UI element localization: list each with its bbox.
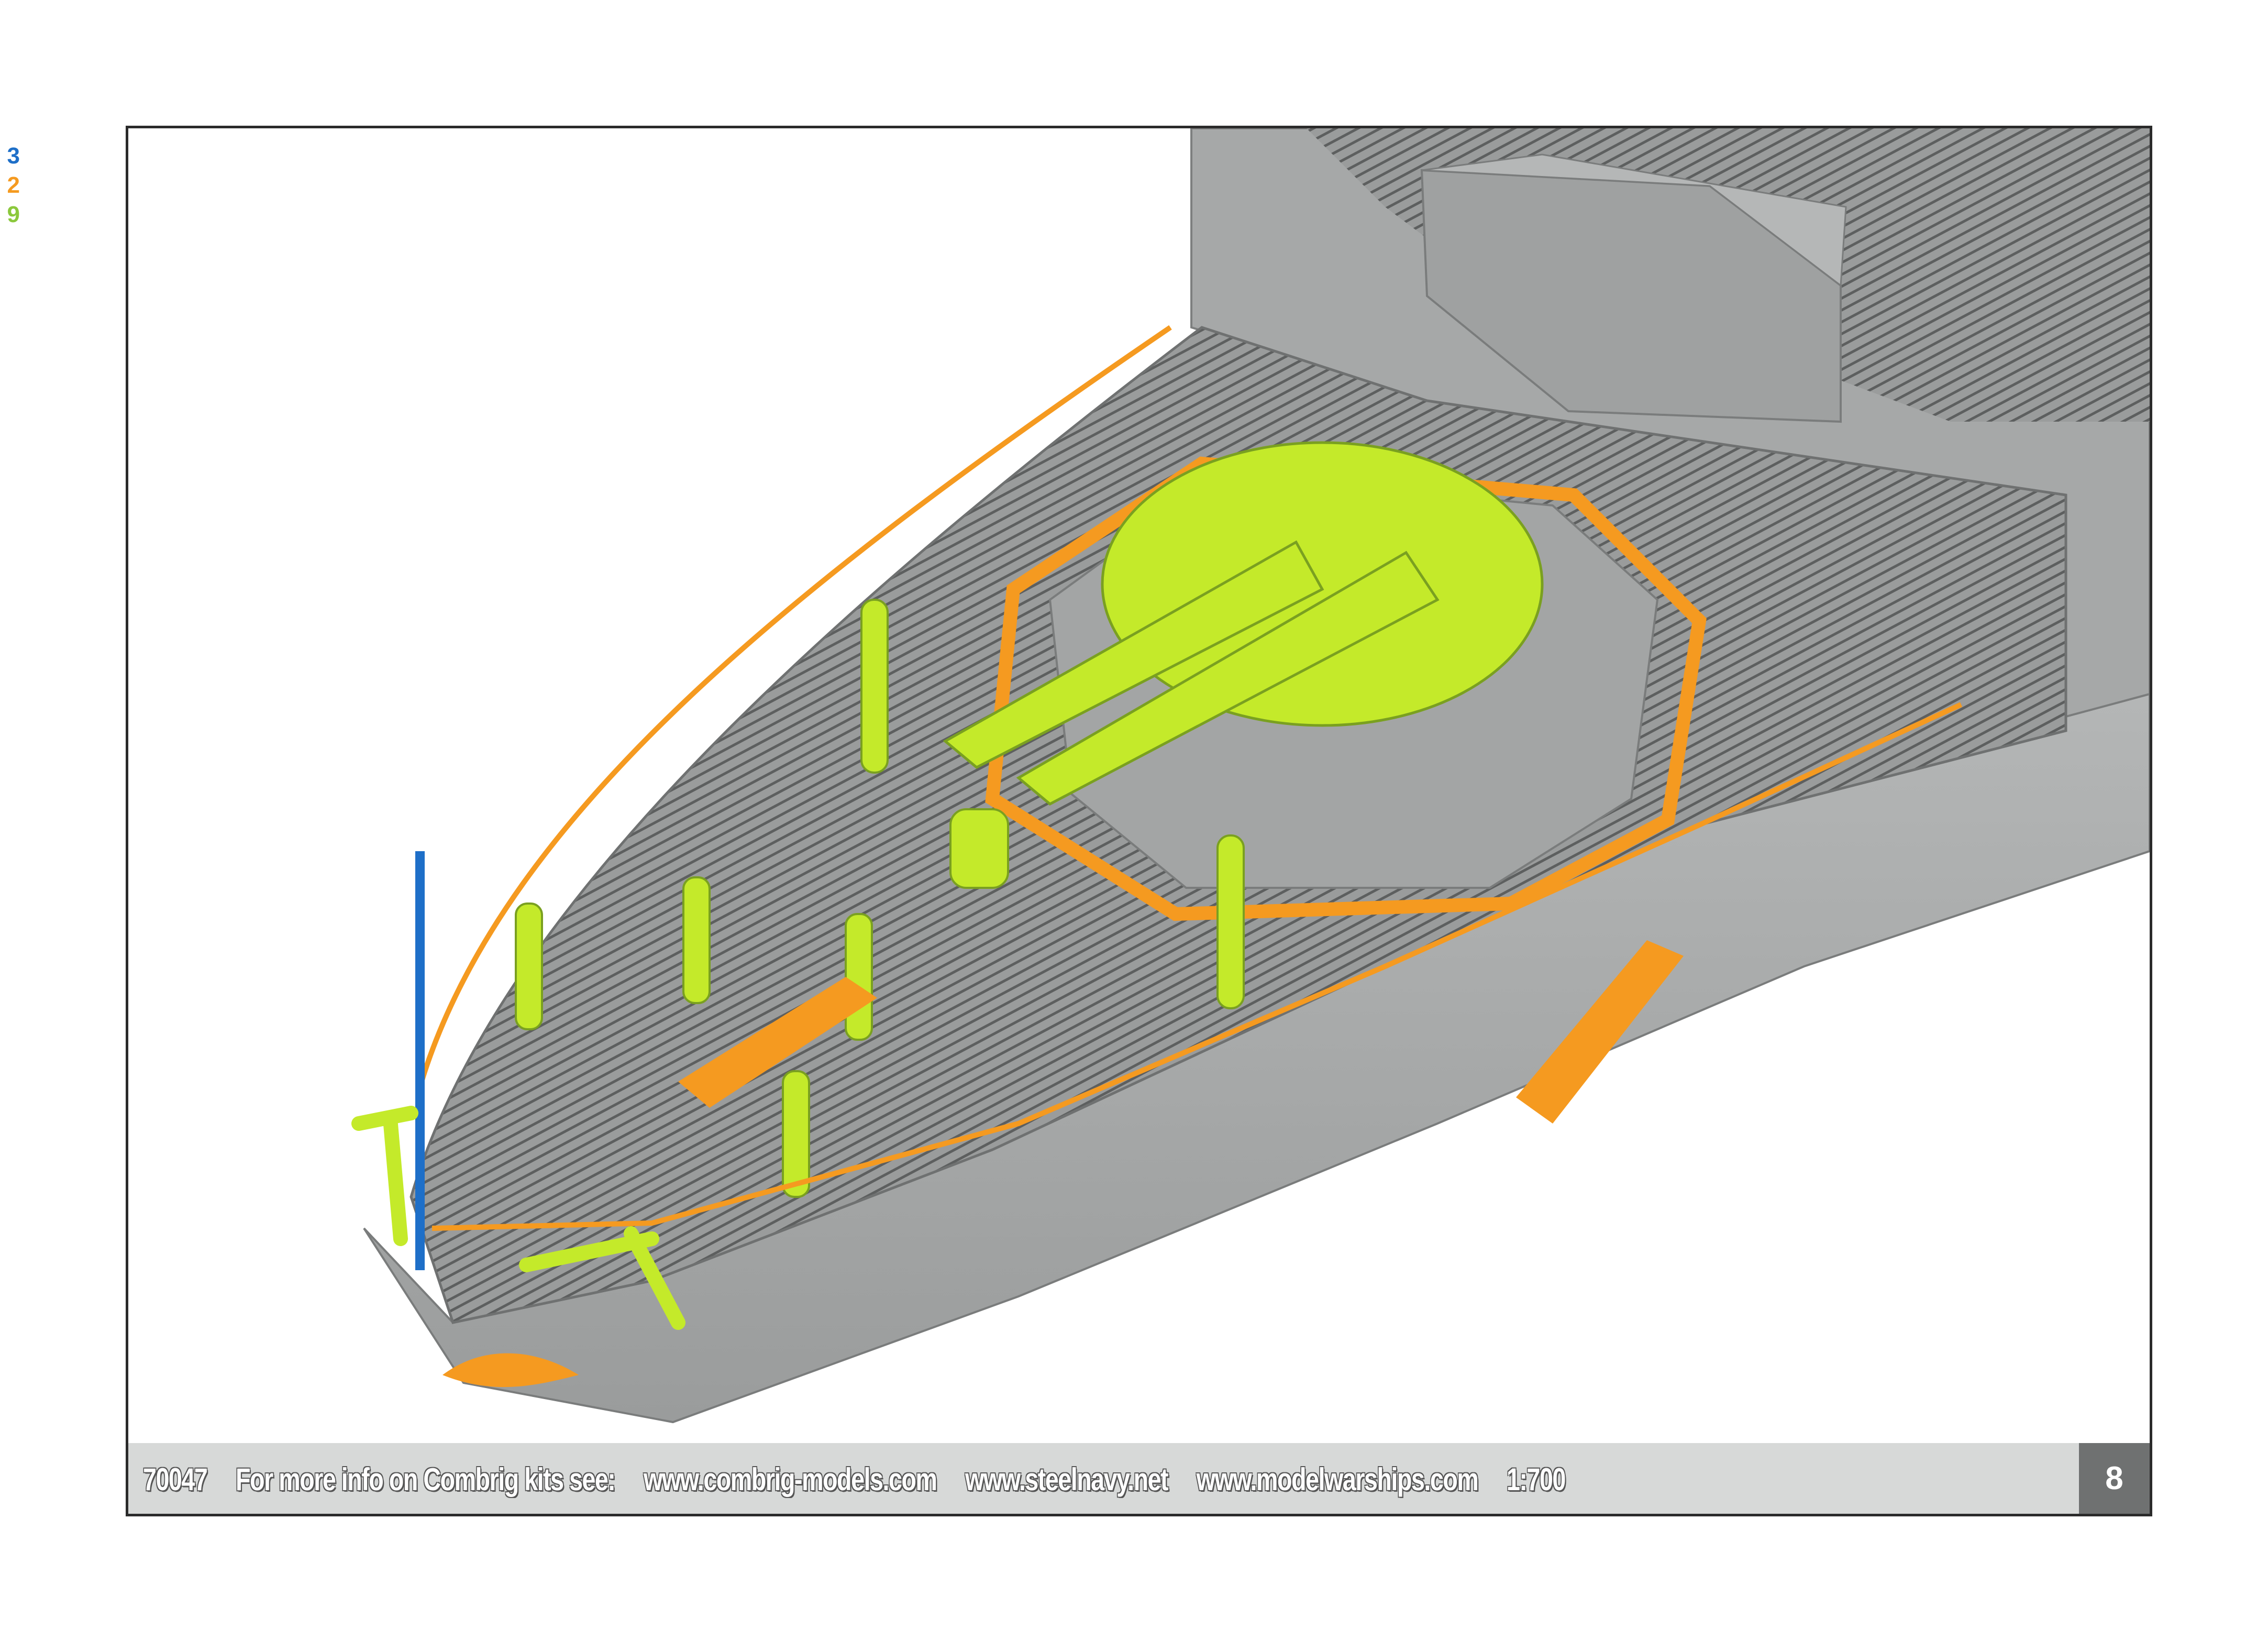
- bollard-4: [782, 1070, 810, 1198]
- anchor-port: [351, 1106, 418, 1246]
- jackstaff-wire: [415, 851, 425, 1270]
- ventilator-1: [860, 599, 889, 774]
- info-label: For more info on Combrig kits see:: [235, 1461, 616, 1497]
- link-modelwarships[interactable]: www.modelwarships.com: [1197, 1461, 1479, 1498]
- instruction-frame: 70047 For more info on Combrig kits see:…: [126, 126, 2152, 1516]
- legend-item-green: 9: [7, 202, 20, 227]
- legend-item-orange: 2: [7, 172, 20, 198]
- page-number-badge: 8: [2079, 1443, 2150, 1514]
- bollard-3: [845, 913, 873, 1041]
- link-combrig[interactable]: www.combrig-models.com: [644, 1461, 937, 1498]
- link-steelnavy[interactable]: www.steelnavy.net: [965, 1461, 1169, 1498]
- footer-info-line: 70047 For more info on Combrig kits see:…: [143, 1456, 1594, 1503]
- scale-label: 1:700: [1506, 1461, 1566, 1497]
- page-footer: 70047 For more info on Combrig kits see:…: [128, 1443, 2150, 1514]
- bollard-2: [682, 876, 711, 1004]
- capstan: [949, 808, 1009, 889]
- color-legend: 3 2 9: [0, 141, 31, 229]
- bollard-1: [515, 902, 543, 1030]
- turret-base: [1101, 441, 1544, 727]
- legend-item-blue: 3: [7, 143, 20, 169]
- ship-bow-illustration: [351, 128, 2150, 1424]
- ventilator-2: [1216, 834, 1245, 1009]
- kit-number: 70047: [143, 1461, 208, 1497]
